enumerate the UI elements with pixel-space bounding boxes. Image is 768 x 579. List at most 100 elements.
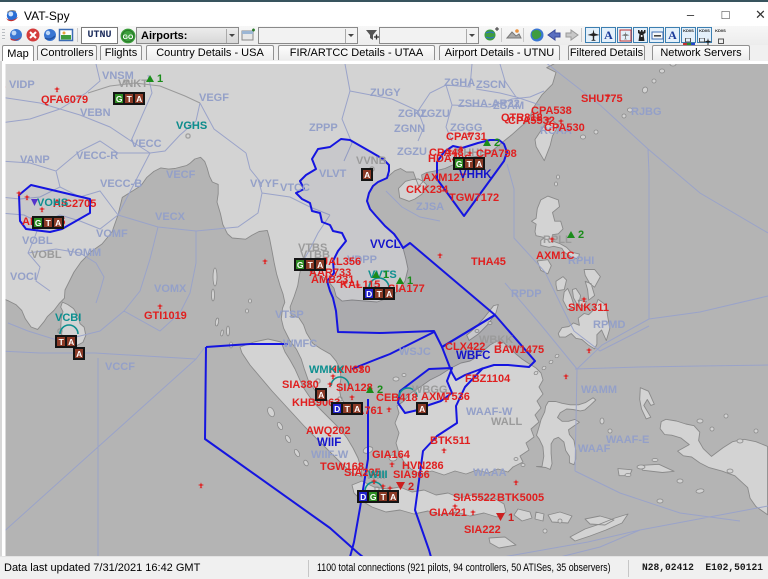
svg-text:VOMF: VOMF [96,228,128,240]
svg-text:CKK234: CKK234 [406,184,449,196]
svg-text:VOBL: VOBL [31,249,62,261]
svg-text:WAAA: WAAA [473,467,507,479]
svg-text:A: A [76,349,82,359]
svg-text:ZGZU: ZGZU [397,146,427,158]
svg-text:A: A [386,289,392,299]
svg-text:T: T [59,337,65,347]
svg-text:WIII: WIII [368,469,388,481]
svg-text:D: D [366,289,372,299]
svg-text:VHHK: VHHK [459,169,492,181]
svg-text:G: G [116,94,123,104]
svg-text:RPDP: RPDP [511,288,542,300]
svg-text:CPA731: CPA731 [446,131,487,143]
svg-text:2: 2 [578,229,584,241]
svg-text:1: 1 [407,275,413,287]
svg-text:QFA6079: QFA6079 [41,94,88,106]
svg-text:G: G [297,260,304,270]
svg-text:AWQ202: AWQ202 [306,425,351,437]
svg-text:VTSP: VTSP [275,309,304,321]
svg-text:A: A [419,404,425,414]
svg-text:SIA380: SIA380 [282,379,319,391]
svg-text:SHU775: SHU775 [581,93,623,105]
svg-text:WAAF-E: WAAF-E [606,434,649,446]
svg-text:A: A [317,260,323,270]
svg-text:TGW7172: TGW7172 [449,192,499,204]
svg-text:VCCF: VCCF [105,361,135,373]
svg-text:G: G [456,159,463,169]
svg-text:GIA164: GIA164 [372,449,411,461]
svg-text:SIA5522: SIA5522 [453,492,496,504]
svg-text:2: 2 [494,137,500,149]
svg-text:RJBG: RJBG [631,106,662,118]
svg-text:FBZ1104: FBZ1104 [465,373,511,385]
svg-text:T: T [46,218,52,228]
svg-text:WIIF: WIIF [317,437,341,449]
svg-text:T: T [377,289,383,299]
svg-text:VECC-R: VECC-R [76,150,118,162]
svg-text:VLVT: VLVT [319,168,347,180]
svg-text:BTK511: BTK511 [430,435,470,447]
svg-text:VOCI: VOCI [10,271,37,283]
svg-text:WIIF-W: WIIF-W [311,449,349,461]
svg-text:GIA421: GIA421 [429,507,467,519]
svg-text:VVNB: VVNB [356,155,387,167]
svg-text:A: A [390,492,396,502]
svg-text:GTI1019: GTI1019 [144,310,187,322]
svg-text:1: 1 [383,269,389,281]
svg-text:VOMX: VOMX [154,283,187,295]
svg-text:T: T [381,492,387,502]
svg-text:T: T [345,404,351,414]
svg-text:VGHS: VGHS [176,120,207,132]
svg-text:AXM1C: AXM1C [536,250,575,262]
svg-text:WMKK: WMKK [309,364,344,376]
svg-text:VECX: VECX [155,211,186,223]
svg-text:A: A [318,390,324,400]
svg-text:A: A [136,94,142,104]
svg-text:D: D [334,404,340,414]
svg-text:A: A [476,159,482,169]
svg-text:VYYF: VYYF [250,178,279,190]
svg-text:VECC-B: VECC-B [100,178,142,190]
svg-text:T: T [308,260,314,270]
svg-text:VOMM: VOMM [67,247,101,259]
svg-text:VEGF: VEGF [199,92,229,104]
svg-text:VVCL: VVCL [370,239,401,251]
svg-text:ZUGY: ZUGY [370,87,401,99]
svg-text:VEBN: VEBN [80,107,111,119]
svg-text:WBFC: WBFC [456,350,491,362]
svg-text:WAAF: WAAF [578,443,611,455]
svg-text:VOHS: VOHS [37,197,68,209]
svg-text:ZGHA: ZGHA [444,77,475,89]
svg-text:ZSHA-AR22: ZSHA-AR22 [458,98,520,110]
svg-text:VECC: VECC [131,138,162,150]
svg-text:G: G [35,218,42,228]
svg-text:CPA530: CPA530 [544,122,585,134]
svg-text:T: T [127,94,133,104]
svg-text:WALL: WALL [491,416,522,428]
svg-text:ZSCN: ZSCN [476,79,506,91]
svg-text:A: A [364,170,370,180]
svg-text:WSJC: WSJC [399,346,431,358]
svg-text:2: 2 [408,481,414,493]
svg-text:AXM7536: AXM7536 [421,391,470,403]
svg-text:RPLL: RPLL [543,234,572,246]
svg-text:VIDP: VIDP [9,79,35,91]
svg-text:BTK5005: BTK5005 [497,492,544,504]
svg-text:VOBL: VOBL [22,235,53,247]
svg-text:ZPPP: ZPPP [309,122,338,134]
svg-text:VCBI: VCBI [55,312,81,324]
svg-text:SNK311: SNK311 [568,302,609,314]
svg-text:A: A [68,337,74,347]
svg-text:GO: GO [123,34,134,41]
svg-text:VTCC: VTCC [280,182,310,194]
svg-text:T: T [467,159,473,169]
svg-text:1: 1 [157,73,163,85]
svg-text:SIA966: SIA966 [393,469,430,481]
svg-text:A: A [354,404,360,414]
svg-text:WMFC: WMFC [283,338,317,350]
svg-text:G: G [370,492,377,502]
svg-text:BAW1475: BAW1475 [494,344,544,356]
svg-text:2: 2 [377,384,383,396]
svg-text:SIA222: SIA222 [464,524,501,536]
svg-text:ZJSA: ZJSA [416,201,444,213]
